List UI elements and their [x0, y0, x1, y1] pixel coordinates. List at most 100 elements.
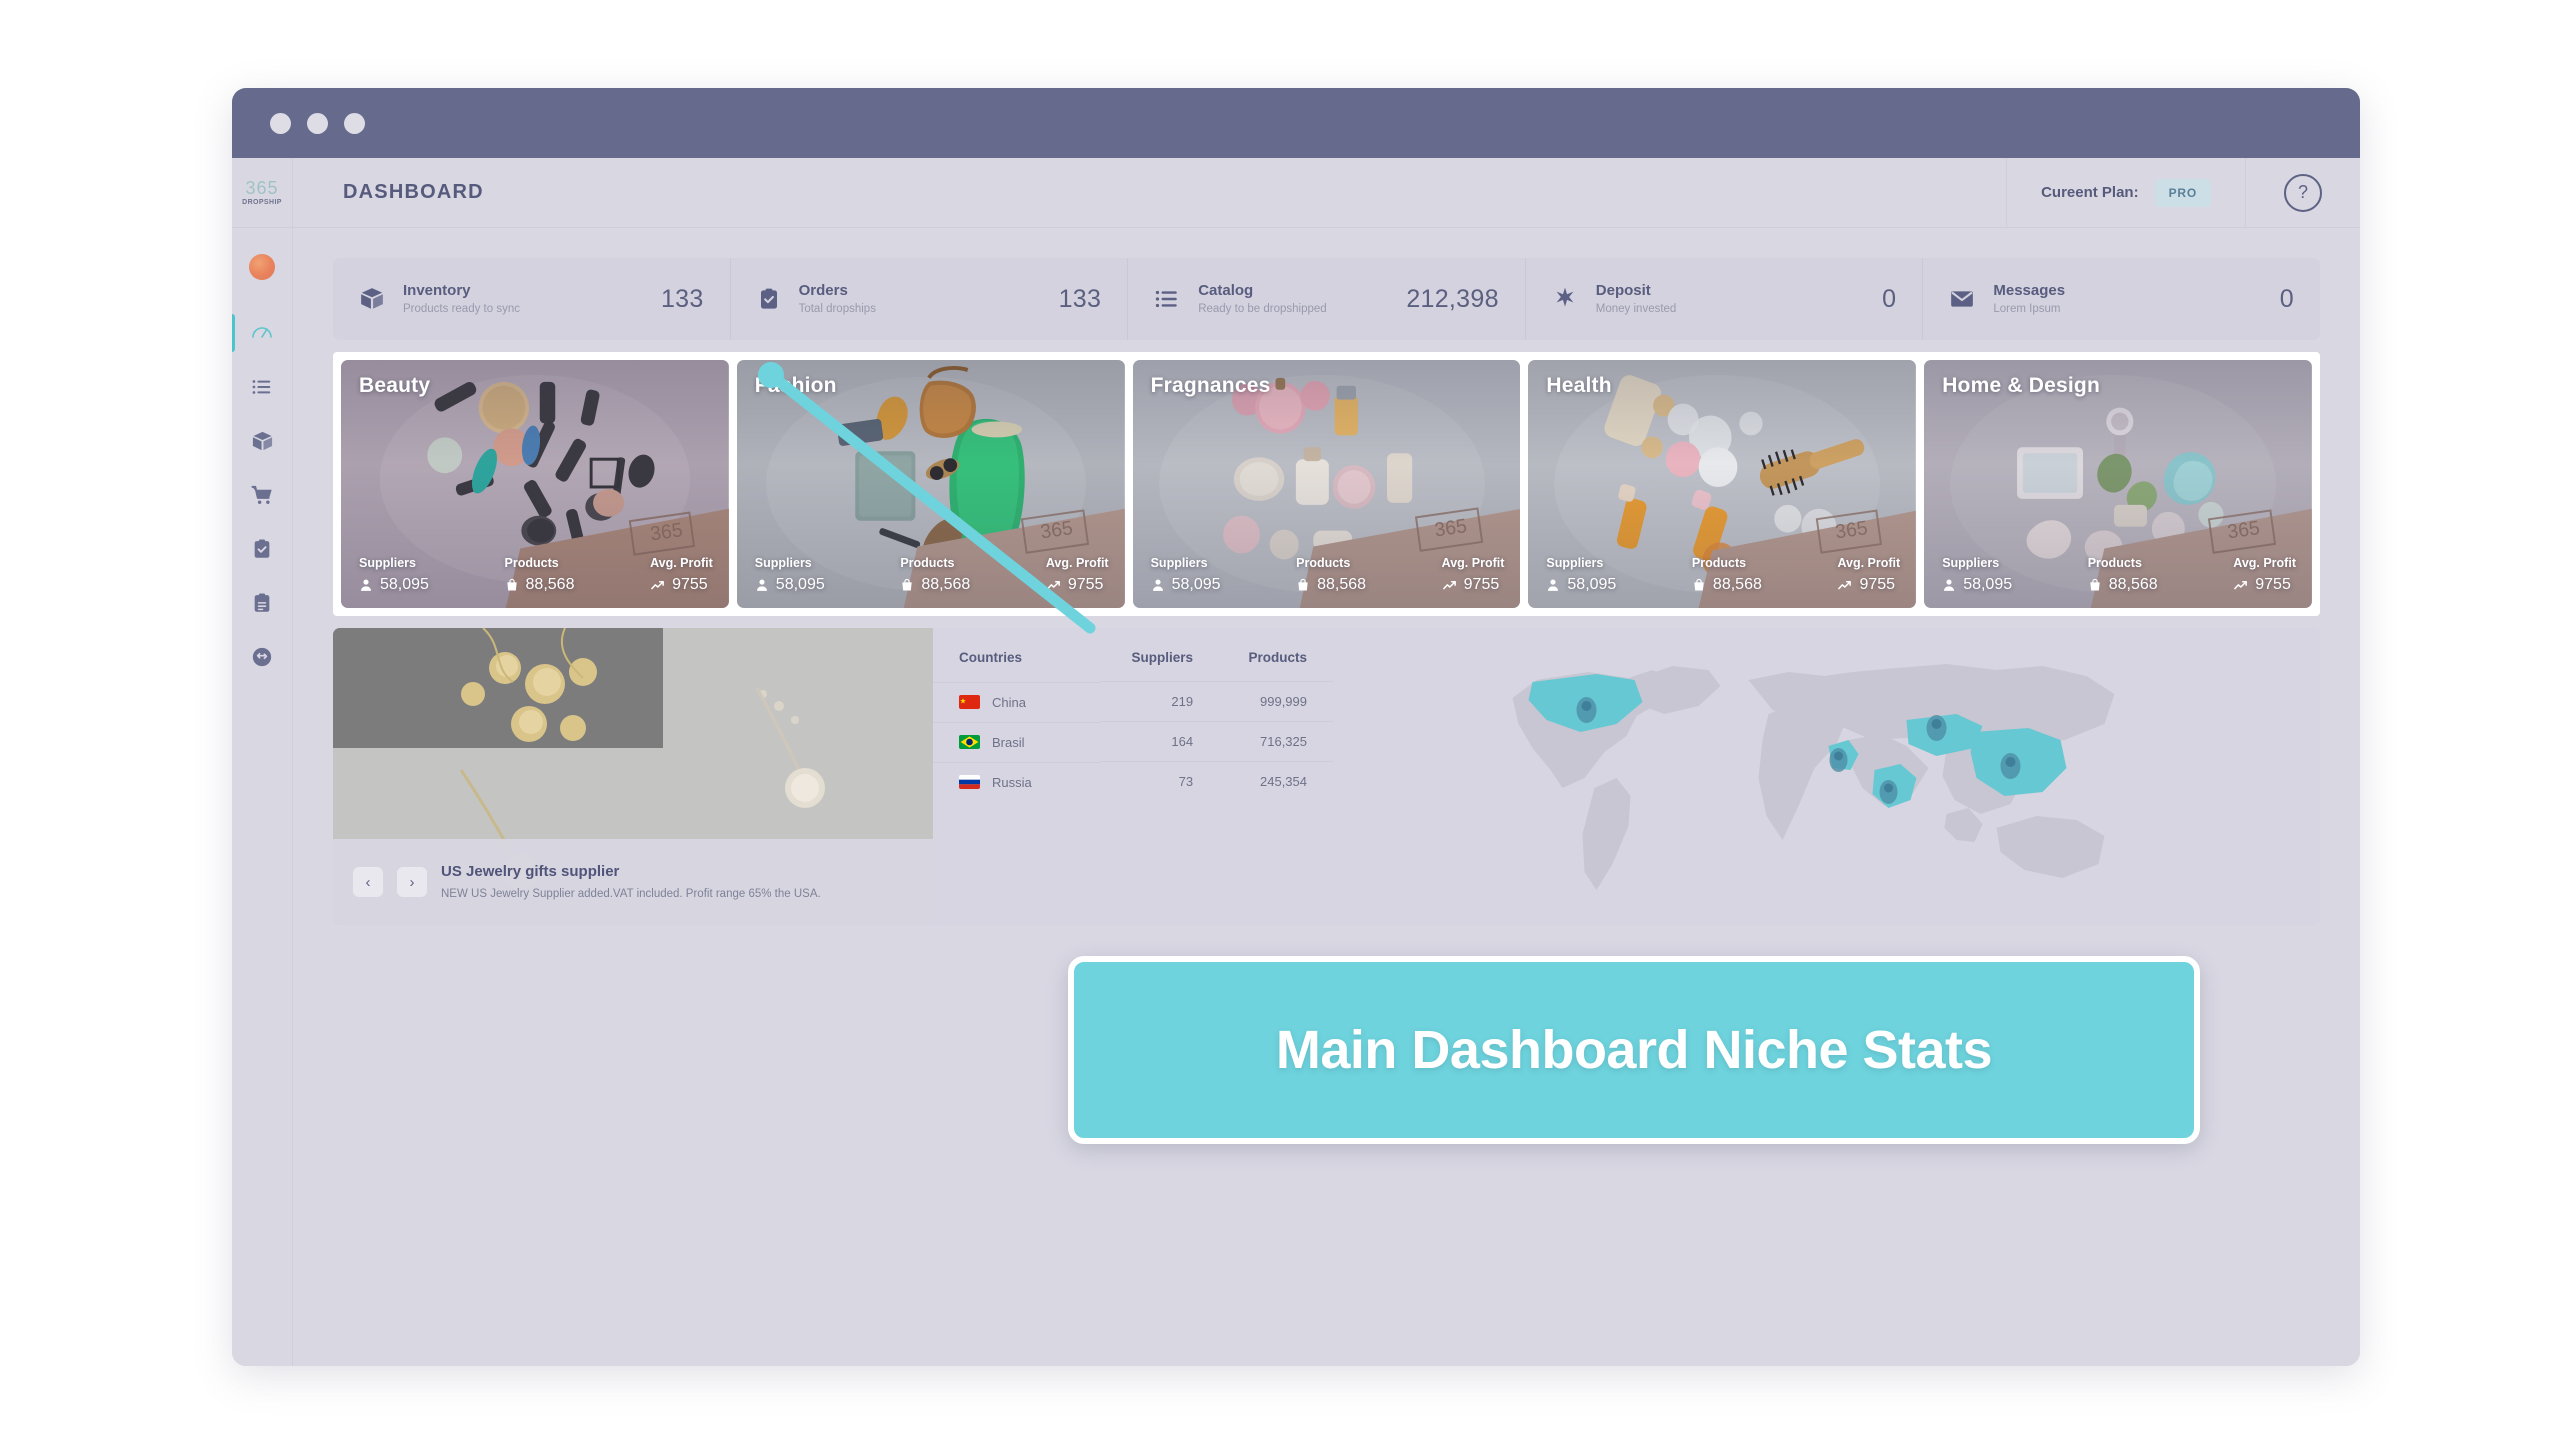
carousel-next-button[interactable]: › [397, 867, 427, 897]
niche-suppliers-label: Suppliers [1546, 556, 1604, 570]
table-row[interactable]: Russia 73 245,354 [933, 761, 1333, 802]
stat-card-messages[interactable]: Messages Lorem Ipsum 0 [1923, 258, 2320, 340]
promo-carousel[interactable]: ‹ › US Jewelry gifts supplier NEW US Jew… [333, 628, 933, 925]
speedometer-icon [250, 321, 274, 345]
window-minimize-dot[interactable] [307, 112, 328, 134]
stat-title: Catalog [1198, 282, 1254, 299]
niche-suppliers-label: Suppliers [359, 556, 416, 570]
country-cell: China [933, 681, 1102, 722]
niche-title: Health [1546, 374, 1612, 397]
niche-products-label: Products [2087, 556, 2142, 570]
stat-card-orders[interactable]: Orders Total dropships 133 [731, 258, 1129, 340]
sidebar-item-sync[interactable] [232, 630, 292, 684]
sidebar: 365 DROPSHIP [232, 158, 293, 1366]
clipboard-check-icon [251, 538, 273, 560]
niche-avg-profit-value: 9755 [1463, 576, 1500, 593]
countries-panel: Countries Suppliers Products China 219 9… [933, 628, 1333, 925]
niche-suppliers-value: 58,095 [1171, 576, 1221, 593]
person-icon [755, 578, 769, 592]
niche-suppliers: Suppliers 58,095 [359, 556, 505, 594]
niche-card-health[interactable]: 365 Health Suppliers [1528, 360, 1917, 608]
bag-icon [1296, 578, 1310, 592]
clipboard-check-icon [757, 287, 781, 311]
country-name: Brasil [992, 734, 1025, 750]
niche-avg-profit-label: Avg. Profit [650, 556, 713, 570]
carousel-prev-button[interactable]: ‹ [353, 867, 383, 897]
sidebar-item-catalog[interactable] [232, 360, 292, 414]
stat-subtitle: Money invested [1595, 303, 1677, 316]
sidebar-item-orders[interactable] [232, 468, 292, 522]
niche-stats: Suppliers 58,095 Products 88,568 Avg. Pr… [755, 556, 1109, 594]
niche-suppliers-value: 58,095 [775, 576, 825, 593]
brand-subtitle: DROPSHIP [242, 199, 282, 206]
trend-up-icon [2233, 578, 2248, 593]
window-close-dot[interactable] [270, 112, 291, 134]
sidebar-item-inventory[interactable] [232, 414, 292, 468]
stat-title: Inventory [403, 282, 471, 299]
chevron-left-icon: ‹ [365, 873, 371, 891]
chevron-right-icon: › [409, 873, 415, 891]
stat-subtitle: Ready to be dropshipped [1198, 303, 1327, 316]
plan-badge: PRO [2154, 178, 2211, 207]
current-plan[interactable]: Cureent Plan: PRO [2006, 158, 2245, 227]
sidebar-item-tasks[interactable] [232, 522, 292, 576]
niche-products-value: 88,568 [921, 576, 971, 593]
niche-stats: Suppliers 58,095 Products 88,568 Avg. Pr… [1546, 556, 1900, 594]
sidebar-nav [232, 306, 292, 684]
sidebar-item-reports[interactable] [232, 576, 292, 630]
niche-stats: Suppliers 58,095 Products 88,568 Avg. Pr… [1151, 556, 1505, 594]
niche-products-label: Products [900, 556, 955, 570]
niche-products-value: 88,568 [1712, 576, 1762, 593]
person-icon [1151, 578, 1165, 592]
niche-avg-profit-label: Avg. Profit [1837, 556, 1901, 570]
stat-value: 212,398 [1406, 284, 1499, 313]
stats-strip: Inventory Products ready to sync 133 Ord… [333, 258, 2320, 340]
niche-suppliers: Suppliers 58,095 [1546, 556, 1692, 594]
stat-card-catalog[interactable]: Catalog Ready to be dropshipped 212,398 [1128, 258, 1526, 340]
stat-value: 0 [2279, 284, 2294, 313]
stat-title: Deposit [1595, 282, 1651, 299]
brand-logo[interactable]: 365 DROPSHIP [232, 158, 292, 228]
envelope-icon [1949, 286, 1975, 312]
stat-subtitle: Lorem Ipsum [1993, 303, 2061, 316]
products-cell: 999,999 [1219, 681, 1333, 722]
avatar-icon[interactable] [249, 254, 275, 280]
niche-suppliers-value: 58,095 [1963, 576, 2013, 593]
niche-avg-profit: Avg. Profit 9755 [1837, 556, 1900, 594]
niche-card-fragnances[interactable]: 365 Fragnances Suppliers [1132, 360, 1521, 608]
niche-products-label: Products [1691, 556, 1747, 570]
niche-avg-profit-value: 9755 [1067, 576, 1104, 593]
country-name: Russia [992, 774, 1032, 790]
column-header-products: Products [1248, 650, 1307, 665]
niche-card-home-design[interactable]: 365 Home & Design Suppliers [1924, 360, 2312, 608]
niche-card-fashion[interactable]: 365 Fashion Suppliers [736, 360, 1125, 608]
table-row[interactable]: China 219 999,999 [933, 681, 1333, 722]
flag-china-icon [959, 695, 980, 709]
niche-products-label: Products [504, 556, 559, 570]
help-button[interactable]: ? [2245, 158, 2360, 227]
star-burst-icon [1552, 286, 1578, 312]
trend-up-icon [1442, 578, 1457, 593]
window-maximize-dot[interactable] [344, 112, 365, 134]
niche-avg-profit: Avg. Profit 9755 [1442, 556, 1505, 594]
niche-card-beauty[interactable]: 365 Beauty Suppliers [341, 360, 729, 608]
table-row[interactable]: Brasil 164 716,325 [933, 721, 1333, 762]
lower-panels: ‹ › US Jewelry gifts supplier NEW US Jew… [333, 628, 2320, 925]
stat-card-inventory[interactable]: Inventory Products ready to sync 133 [333, 258, 731, 340]
niche-products: Products 88,568 [1296, 556, 1442, 594]
stat-title: Messages [1993, 282, 2066, 299]
stat-card-deposit[interactable]: Deposit Money invested 0 [1526, 258, 1924, 340]
column-header-countries: Countries [959, 650, 1023, 666]
suppliers-cell: 73 [1101, 761, 1220, 802]
person-icon [359, 578, 373, 592]
world-map-panel[interactable] [1333, 628, 2320, 925]
stat-subtitle: Products ready to sync [403, 303, 520, 316]
country-cell: Brasil [933, 721, 1102, 762]
niche-title: Home & Design [1942, 374, 2100, 397]
promo-footer: ‹ › US Jewelry gifts supplier NEW US Jew… [333, 839, 933, 925]
sidebar-item-dashboard[interactable] [232, 306, 292, 360]
products-cell: 716,325 [1219, 721, 1333, 762]
country-cell: Russia [933, 761, 1102, 802]
question-mark-icon: ? [2284, 173, 2322, 212]
page-title: DASHBOARD [343, 181, 484, 203]
